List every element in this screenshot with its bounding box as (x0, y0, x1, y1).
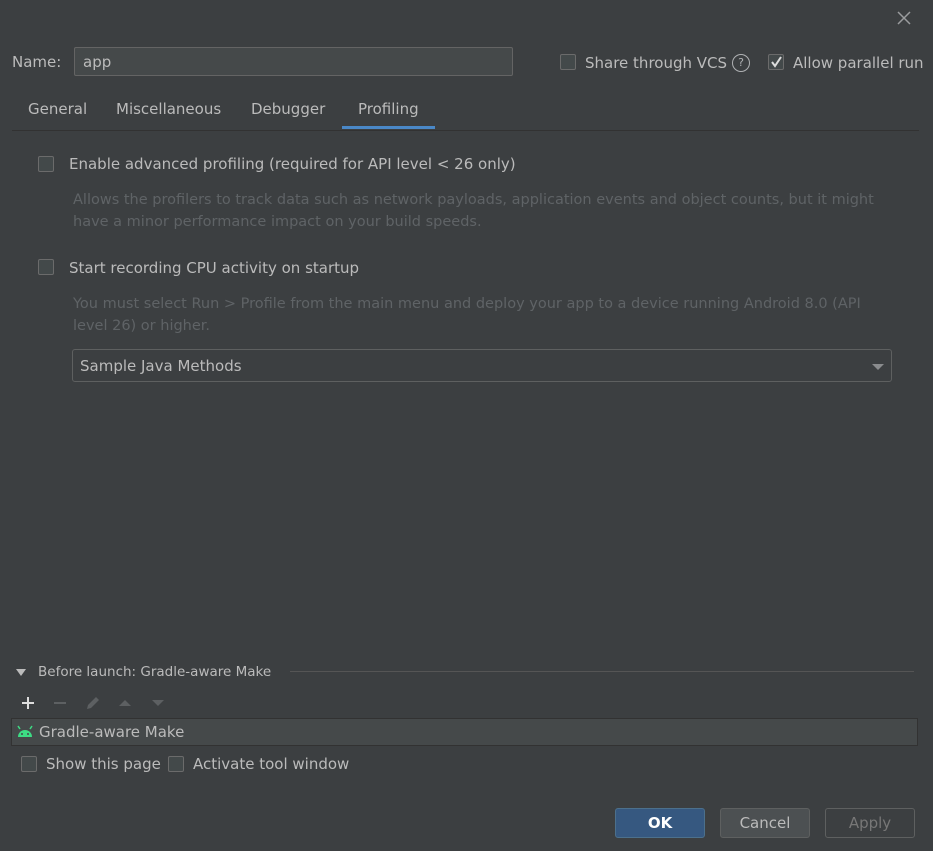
share-vcs-label: Share through VCS (585, 54, 728, 72)
cpu-recording-label: Start recording CPU activity on startup (69, 259, 360, 277)
add-icon[interactable] (19, 694, 37, 712)
show-page-checkbox[interactable] (21, 756, 37, 772)
activate-tool-window-checkbox[interactable] (168, 756, 184, 772)
close-icon[interactable] (893, 7, 915, 29)
list-item-label: Gradle-aware Make (39, 723, 185, 741)
remove-icon[interactable] (51, 694, 69, 712)
name-input[interactable] (74, 47, 513, 76)
collapse-triangle-icon[interactable] (16, 669, 26, 676)
before-launch-header: Before launch: Gradle-aware Make (38, 664, 272, 680)
cpu-config-value: Sample Java Methods (80, 357, 242, 375)
chevron-down-icon (872, 364, 884, 370)
move-down-icon[interactable] (149, 694, 167, 712)
allow-parallel-label: Allow parallel run (793, 54, 924, 72)
advanced-profiling-checkbox[interactable] (38, 156, 54, 172)
show-page-label: Show this page (46, 755, 161, 773)
checkmark-icon (771, 56, 782, 68)
advanced-profiling-label: Enable advanced profiling (required for … (69, 155, 516, 173)
cpu-desc-line-1: You must select Run > Profile from the m… (73, 296, 861, 312)
advanced-desc-line-1: Allows the profilers to track data such … (73, 192, 874, 208)
allow-parallel-checkbox[interactable] (768, 54, 784, 70)
list-item[interactable]: Gradle-aware Make (16, 722, 896, 742)
activate-tool-window-label: Activate tool window (193, 755, 350, 773)
cpu-recording-description: You must select Run > Profile from the m… (73, 293, 861, 337)
cpu-recording-checkbox[interactable] (38, 259, 54, 275)
tab-profiling[interactable]: Profiling (358, 100, 419, 118)
android-icon (16, 724, 34, 744)
cpu-desc-line-2: level 26) or higher. (73, 318, 211, 334)
tabs-divider (12, 130, 919, 131)
apply-button[interactable]: Apply (825, 808, 915, 838)
cancel-button[interactable]: Cancel (720, 808, 810, 838)
cpu-config-select[interactable]: Sample Java Methods (72, 349, 892, 382)
advanced-profiling-description: Allows the profilers to track data such … (73, 189, 874, 233)
tab-debugger[interactable]: Debugger (251, 100, 325, 118)
move-up-icon[interactable] (116, 694, 134, 712)
before-launch-list[interactable]: Gradle-aware Make (11, 718, 918, 746)
active-tab-indicator (342, 126, 435, 129)
advanced-desc-line-2: have a minor performance impact on your … (73, 214, 482, 230)
ok-button[interactable]: OK (615, 808, 705, 838)
before-launch-separator (290, 671, 914, 672)
help-icon[interactable]: ? (732, 54, 750, 72)
tab-miscellaneous[interactable]: Miscellaneous (116, 100, 221, 118)
edit-icon[interactable] (84, 694, 102, 712)
tab-general[interactable]: General (28, 100, 87, 118)
share-vcs-checkbox[interactable] (560, 54, 576, 70)
name-label: Name: (12, 53, 62, 71)
